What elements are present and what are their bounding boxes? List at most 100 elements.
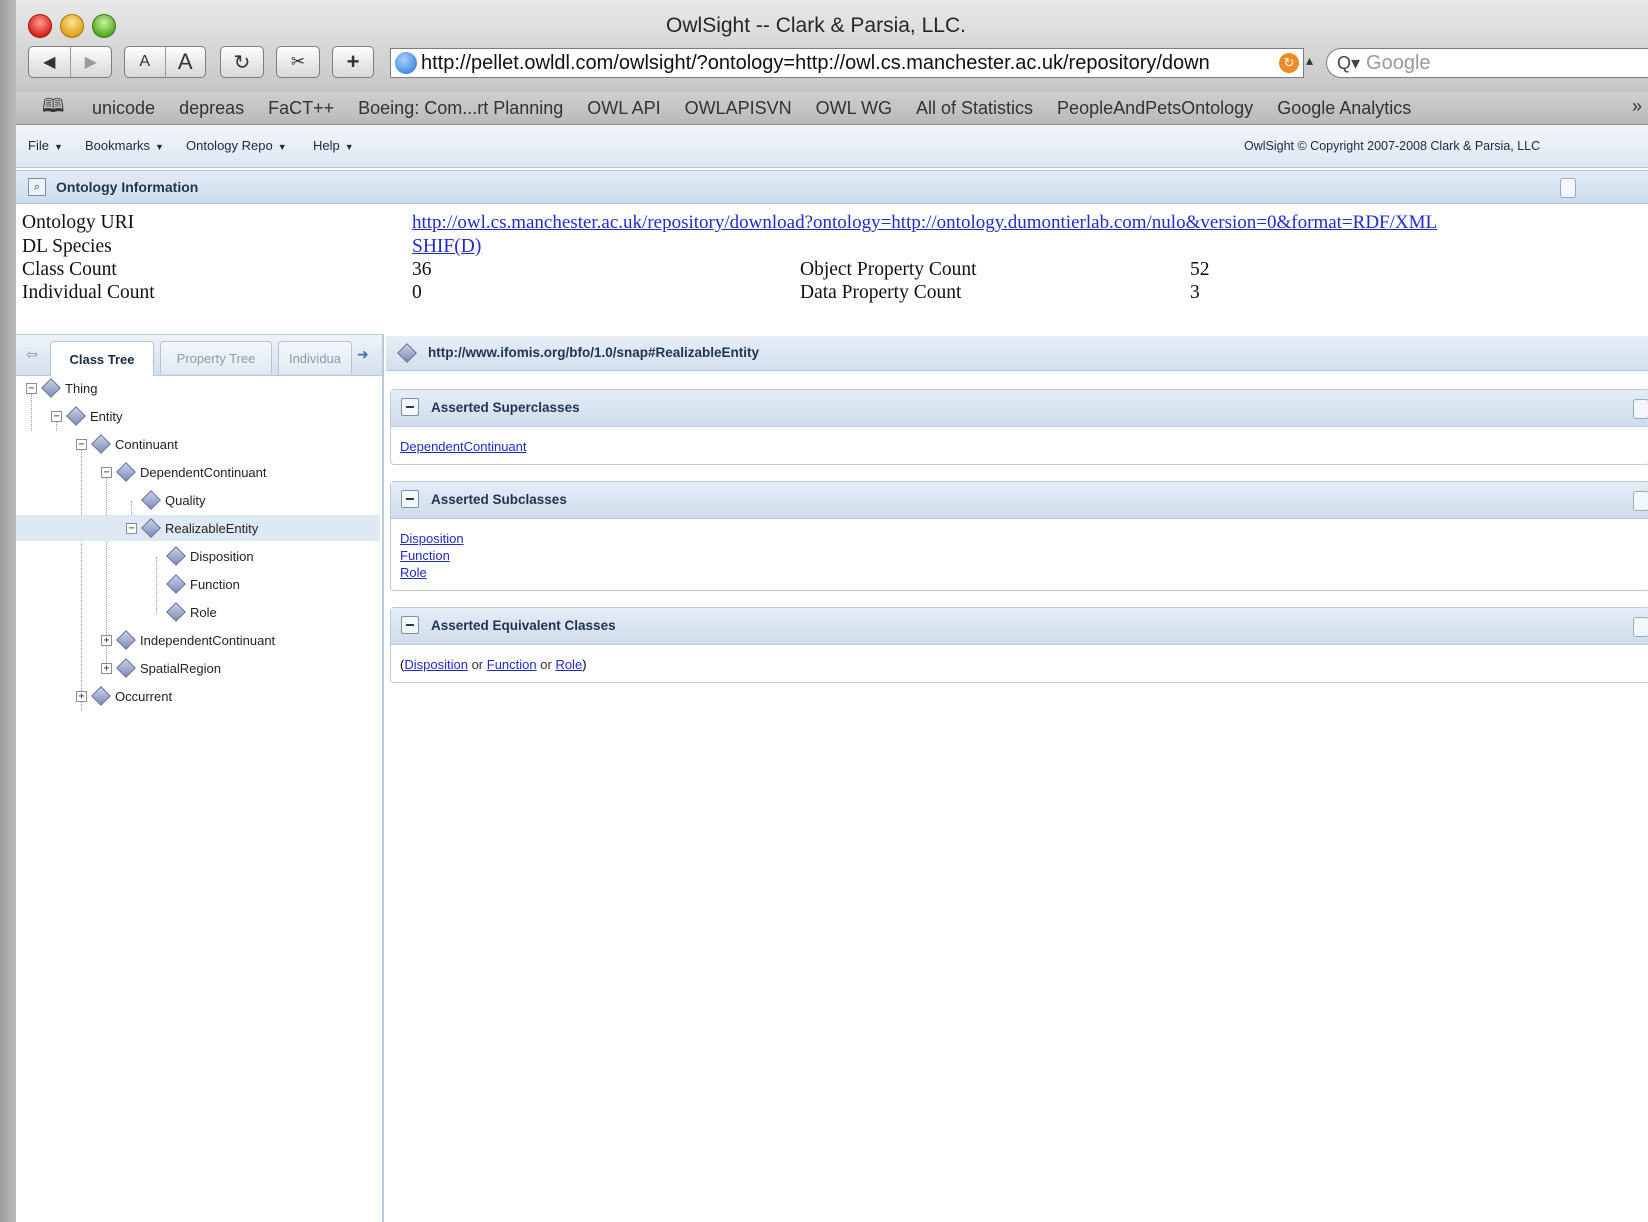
tree-node-continuant[interactable]: − Continuant xyxy=(76,431,366,457)
tree-node-realizableentity[interactable]: − RealizableEntity xyxy=(16,515,380,541)
ontology-uri-link[interactable]: http://owl.cs.manchester.ac.uk/repositor… xyxy=(412,212,1437,234)
tab-scroll-right-icon[interactable]: ➜ xyxy=(357,346,369,363)
paren-close: ) xyxy=(582,657,587,672)
bookmark-people-and-pets[interactable]: PeopleAndPetsOntology xyxy=(1057,98,1253,119)
add-bookmark-button[interactable]: + xyxy=(332,46,374,78)
collapse-icon[interactable]: − xyxy=(26,382,37,394)
collapse-icon[interactable]: − xyxy=(76,438,87,450)
section-body: Disposition Function Role xyxy=(400,530,464,581)
section-header: Asserted Superclasses xyxy=(391,390,1648,427)
bookmark-unicode[interactable]: unicode xyxy=(92,98,155,119)
or-operator: or xyxy=(540,657,552,672)
chevron-down-icon: ▼ xyxy=(155,142,164,152)
text-larger-button[interactable]: A xyxy=(164,47,206,77)
search-field[interactable]: Q▾ Google xyxy=(1326,48,1648,78)
menu-file[interactable]: File ▼ xyxy=(28,138,63,153)
rss-icon[interactable]: ↻ xyxy=(1279,53,1299,73)
asserted-superclasses-section: Asserted Superclasses DependentContinuan… xyxy=(390,389,1648,465)
tree-node-function[interactable]: Function xyxy=(165,571,365,597)
bookmark-owl-api[interactable]: OWL API xyxy=(587,98,660,119)
chevron-down-icon: ▼ xyxy=(344,142,354,152)
tree-node-label: Function xyxy=(190,576,240,592)
tree-node-role[interactable]: Role xyxy=(165,599,365,625)
class-diamond-icon xyxy=(116,658,136,678)
text-larger-label: A xyxy=(177,49,193,74)
book-icon[interactable]: 🕮 xyxy=(42,92,72,124)
text-smaller-button[interactable]: A xyxy=(125,47,165,77)
object-property-count-value: 52 xyxy=(1190,259,1210,280)
tree-node-label: Occurrent xyxy=(115,688,173,704)
menu-file-label: File xyxy=(28,138,49,153)
collapse-section-button[interactable] xyxy=(401,490,419,508)
menu-help[interactable]: Help ▼ xyxy=(313,138,354,153)
tree-node-label: RealizableEntity xyxy=(165,520,259,536)
tab-individuals[interactable]: Individua xyxy=(278,341,352,374)
collapse-icon[interactable]: − xyxy=(126,522,137,534)
bookmarks-bar: 🕮 unicode depreas FaCT++ Boeing: Com...r… xyxy=(16,92,1648,125)
ontology-info-title: Ontology Information xyxy=(56,179,199,195)
individual-count-label: Individual Count xyxy=(22,282,155,303)
tree-node-label: Role xyxy=(190,604,217,620)
tree-node-entity[interactable]: − Entity xyxy=(51,403,371,429)
expand-icon[interactable]: + xyxy=(101,662,112,674)
bookmark-google-analytics[interactable]: Google Analytics xyxy=(1277,98,1411,119)
collapse-section-button[interactable] xyxy=(401,616,419,634)
class-diamond-icon xyxy=(116,462,136,482)
tree-node-quality[interactable]: Quality xyxy=(140,487,360,513)
tree-node-spatialregion[interactable]: + SpatialRegion xyxy=(101,655,371,681)
superclass-link[interactable]: DependentContinuant xyxy=(400,439,527,454)
ontology-info-header: ⌕ Ontology Information xyxy=(16,170,1648,204)
browser-toolbar: OwlSight -- Clark & Parsia, LLC. ◀ ▶ A A… xyxy=(16,0,1648,93)
section-menu-button[interactable] xyxy=(1633,617,1648,637)
section-menu-button[interactable] xyxy=(1633,491,1648,511)
reload-button[interactable]: ↻ xyxy=(220,46,264,78)
menu-bookmarks-label: Bookmarks xyxy=(85,138,151,153)
browser-window: OwlSight -- Clark & Parsia, LLC. ◀ ▶ A A… xyxy=(16,0,1648,1222)
text-size-buttons: A A xyxy=(124,46,206,78)
section-title: Asserted Subclasses xyxy=(431,492,567,507)
equivalent-class-link[interactable]: Function xyxy=(487,657,537,672)
search-icon: Q▾ xyxy=(1337,52,1361,73)
collapse-icon[interactable]: − xyxy=(101,466,112,478)
menu-ontology-repo[interactable]: Ontology Repo ▼ xyxy=(186,138,287,153)
bookmark-fact[interactable]: FaCT++ xyxy=(268,98,334,119)
bookmark-boeing[interactable]: Boeing: Com...rt Planning xyxy=(358,98,563,119)
bookmark-depreas[interactable]: depreas xyxy=(179,98,244,119)
section-menu-button[interactable] xyxy=(1633,399,1648,419)
bookmark-owl-wg[interactable]: OWL WG xyxy=(816,98,892,119)
section-body: (Disposition or Function or Role) xyxy=(400,656,587,673)
address-bar[interactable]: http://pellet.owldl.com/owlsight/?ontolo… xyxy=(390,48,1304,78)
subclass-link[interactable]: Function xyxy=(400,548,450,563)
tree-node-disposition[interactable]: Disposition xyxy=(165,543,365,569)
tree-node-thing[interactable]: − Thing xyxy=(26,375,376,401)
tab-scroll-left-icon[interactable]: ⇦ xyxy=(26,346,38,363)
back-arrow-icon: ◀ xyxy=(43,54,56,71)
subclass-link[interactable]: Role xyxy=(400,565,427,580)
section-header: Asserted Equivalent Classes xyxy=(391,608,1648,645)
menu-bookmarks[interactable]: Bookmarks ▼ xyxy=(85,138,164,153)
expand-icon[interactable]: + xyxy=(101,634,112,646)
bookmark-all-of-statistics[interactable]: All of Statistics xyxy=(916,98,1033,119)
chevron-down-icon: ▼ xyxy=(277,142,287,152)
more-bookmarks-icon[interactable]: » xyxy=(1632,96,1642,117)
web-clip-button[interactable]: ✂ xyxy=(276,46,320,78)
forward-button[interactable]: ▶ xyxy=(69,47,112,77)
collapse-icon[interactable]: − xyxy=(51,410,62,422)
collapse-section-button[interactable] xyxy=(401,398,419,416)
tab-class-tree[interactable]: Class Tree xyxy=(50,341,154,376)
subclass-link[interactable]: Disposition xyxy=(400,531,464,546)
reload-icon: ↻ xyxy=(233,51,251,74)
address-dropdown-icon[interactable]: ▴ xyxy=(1306,52,1313,69)
dl-species-link[interactable]: SHIF(D) xyxy=(412,236,481,258)
back-button[interactable]: ◀ xyxy=(29,47,70,77)
collapse-panel-button[interactable] xyxy=(1560,178,1576,198)
tree-node-dependentcontinuant[interactable]: − DependentContinuant xyxy=(101,459,371,485)
bookmark-owlapisvn[interactable]: OWLAPISVN xyxy=(685,98,792,119)
equivalent-class-link[interactable]: Disposition xyxy=(404,657,468,672)
expand-icon[interactable]: + xyxy=(76,690,87,702)
text-smaller-label: A xyxy=(139,53,151,70)
tree-node-occurrent[interactable]: + Occurrent xyxy=(76,683,366,709)
equivalent-class-link[interactable]: Role xyxy=(555,657,582,672)
tab-property-tree[interactable]: Property Tree xyxy=(160,341,272,374)
tree-node-independentcontinuant[interactable]: + IndependentContinuant xyxy=(101,627,371,653)
